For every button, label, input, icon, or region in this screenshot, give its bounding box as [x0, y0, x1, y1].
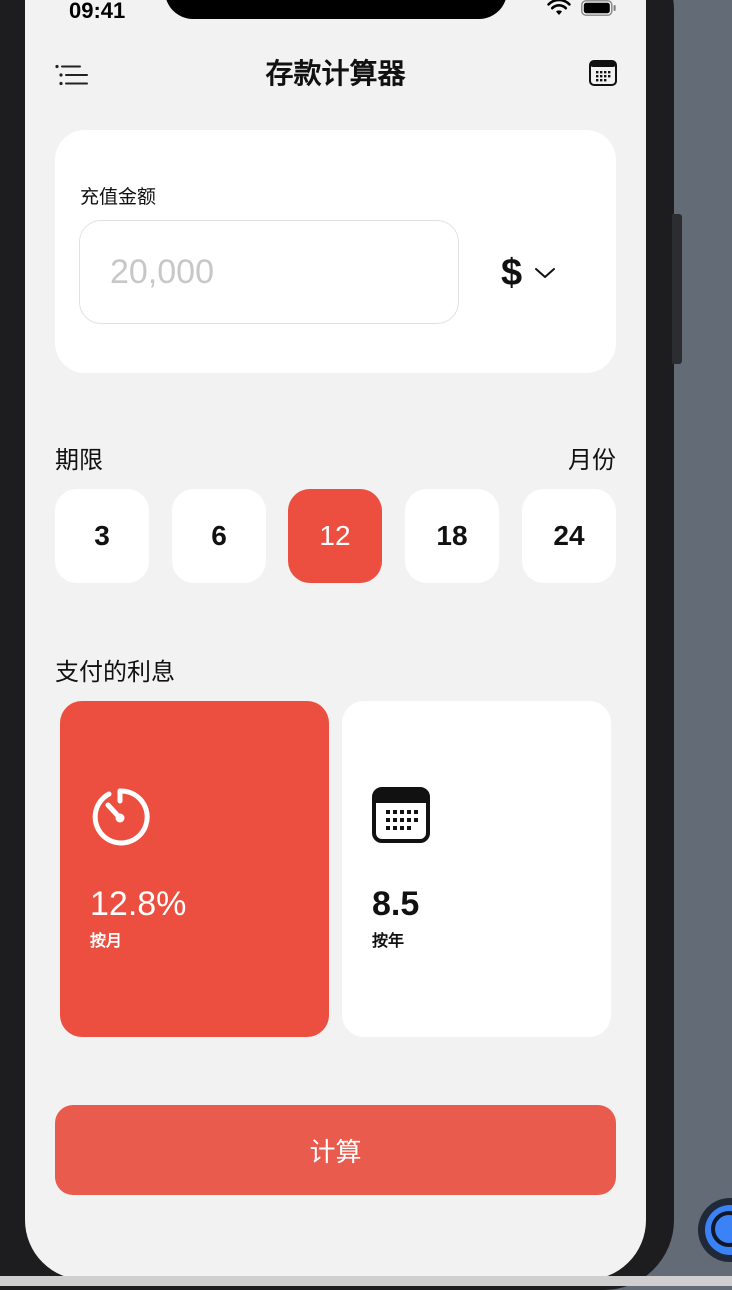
monthly-rate-value: 12.8%: [90, 885, 187, 923]
yearly-rate-caption: 按年: [372, 933, 405, 950]
bottom-bar: [0, 1276, 732, 1286]
floating-assistant-button[interactable]: [698, 1198, 732, 1262]
wifi-icon: [547, 0, 571, 15]
term-options: 3 6 12 18 24: [55, 489, 616, 585]
phone-side-button: [672, 214, 682, 364]
interest-label: 支付的利息: [55, 659, 175, 686]
currency-symbol: $: [501, 251, 523, 294]
yearly-rate-value: 8.5: [372, 885, 420, 923]
term-option[interactable]: 24: [522, 489, 616, 583]
term-option[interactable]: 3: [55, 489, 149, 583]
page-title: 存款计算器: [265, 58, 406, 89]
timer-icon: [92, 788, 150, 846]
monthly-rate-caption: 按月: [90, 933, 123, 950]
term-option-selected[interactable]: 12: [288, 489, 382, 583]
calculate-button[interactable]: 计算: [55, 1105, 616, 1195]
deposit-amount-input[interactable]: [79, 220, 459, 324]
calendar-icon[interactable]: [589, 60, 617, 86]
currency-select[interactable]: $: [501, 248, 556, 298]
deposit-amount-label: 充值金额: [80, 187, 157, 208]
status-time: 09:41: [69, 0, 126, 23]
calendar-icon: [372, 787, 430, 843]
interest-monthly-card[interactable]: 12.8% 按月: [60, 701, 329, 1037]
battery-icon: [581, 0, 616, 16]
term-unit-label: 月份: [568, 447, 616, 474]
term-label: 期限: [55, 447, 103, 474]
term-option[interactable]: 18: [405, 489, 499, 583]
chevron-down-icon: [535, 268, 556, 278]
app-screen: 09:41 存款计算器 充值金额 $: [25, 0, 646, 1280]
interest-yearly-card[interactable]: 8.5 按年: [342, 701, 611, 1037]
term-option[interactable]: 6: [172, 489, 266, 583]
deposit-card: 充值金额 $: [55, 130, 616, 373]
notch: [165, 0, 507, 19]
